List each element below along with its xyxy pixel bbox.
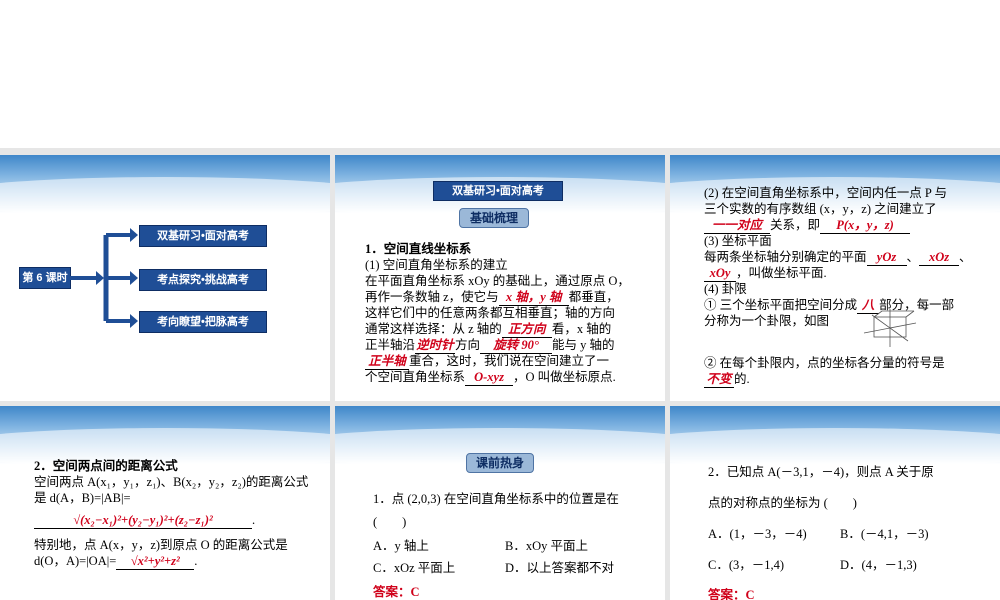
option-c[interactable]: C．xOz 平面上: [373, 560, 455, 576]
slide-2[interactable]: 双基研习•面对高考 基础梳理 1．空间直线坐标系 (1) 空间直角坐标系的建立 …: [335, 155, 665, 401]
text-line: (4) 卦限: [704, 282, 747, 296]
answer-line: 答案：C: [373, 584, 420, 600]
answer-value: C: [745, 588, 755, 600]
question-text: 点的对称点的坐标为 ( ): [708, 496, 857, 510]
option-b[interactable]: B．xOy 平面上: [505, 538, 588, 554]
answer-blank: yOz: [866, 249, 907, 266]
text: 、: [959, 250, 972, 264]
text-line: √(x₂−x₁)²+(y₂−y₁)²+(z₂−z₁)².: [34, 512, 255, 529]
text-line: 分称为一个卦限，如图: [704, 314, 830, 328]
text: 能与 y 轴的: [552, 338, 615, 352]
text-line: (1) 空间直角坐标系的建立: [365, 258, 508, 272]
slide-4[interactable]: 2．空间两点间的距离公式 空间两点 A(x₁，y₁，z₁)、B(x₂，y₂，z₂…: [0, 406, 330, 600]
nav-item-outlook[interactable]: 考向瞭望•把脉高考: [139, 311, 267, 333]
slide-banner: [670, 406, 1000, 468]
option-a[interactable]: A．y 轴上: [373, 538, 429, 554]
text: ，叫做坐标平面.: [736, 266, 827, 280]
slide-3[interactable]: (2) 在空间直角坐标系中，空间内任一点 P 与 三个实数的有序数组 (x，y，…: [670, 155, 1000, 401]
text-line: 个空间直角坐标系 O-xyz ，O 叫做坐标原点.: [365, 369, 616, 386]
answer-blank: 正方向: [501, 321, 552, 338]
text-line: (2) 在空间直角坐标系中，空间内任一点 P 与: [704, 186, 947, 200]
text-line: xOy ，叫做坐标平面.: [704, 265, 827, 282]
text: 每两条坐标轴分别确定的平面: [704, 250, 867, 264]
text: 方向: [455, 338, 481, 352]
text-line: ② 在每个卦限内，点的坐标各分量的符号是: [704, 356, 945, 370]
heading: 1．空间直线坐标系: [365, 242, 472, 256]
answer-blank: xOy: [704, 265, 736, 282]
answer-label: 答案：: [708, 588, 746, 600]
text-line: 再作一条数轴 z，使它与 x 轴，y 轴都垂直，: [365, 289, 619, 306]
text-line: 不变 的.: [704, 371, 750, 388]
text-line: 空间两点 A(x₁，y₁，z₁)、B(x₂，y₂，z₂)的距离公式: [34, 475, 309, 489]
answer-value: C: [410, 585, 420, 599]
text-line: 一一对应 关系，即 P(x，y，z): [704, 217, 911, 234]
answer-blank: xOz: [919, 249, 960, 266]
text: 都垂直，: [568, 290, 619, 304]
text-line: 这样它们中的任意两条都互相垂直；轴的方向: [365, 306, 616, 320]
option-c[interactable]: C．(3，－1,4): [708, 557, 784, 573]
text-line: 每两条坐标轴分别确定的平面 yOz、 xOz、: [704, 249, 972, 266]
section-header: 双基研习•面对高考: [433, 181, 563, 201]
slide-banner: [0, 406, 330, 468]
text: 通常这样选择：从 z 轴的: [365, 322, 502, 336]
option-a[interactable]: A．(1，－3，－4): [708, 526, 807, 542]
answer-blank: 正半轴: [365, 353, 409, 370]
option-b[interactable]: B．(－4,1，－3): [840, 526, 929, 542]
answer-blank: 不变: [704, 371, 734, 388]
text: ① 三个坐标平面把空间分成: [704, 298, 858, 312]
answer-blank: √(x₂−x₁)²+(y₂−y₁)²+(z₂−z₁)²: [34, 512, 252, 529]
text: 重合，这时，我们说在空间建立了一: [409, 354, 610, 368]
text: 个空间直角坐标系: [365, 370, 466, 384]
slide-1[interactable]: 第 6 课时 双基研习•面对高考 考点探究•挑战高考 考向瞭望•把脉高考: [0, 155, 330, 401]
text: d(O，A)=|OA|=: [34, 554, 117, 568]
text: 、: [906, 250, 920, 264]
answer-blank: 逆时针: [415, 338, 456, 354]
answer-blank: 一一对应: [704, 217, 770, 234]
text-line: 在平面直角坐标系 xOy 的基础上，通过原点 O，: [365, 274, 630, 288]
slide-6[interactable]: 2．已知点 A(－3,1，－4)，则点 A 关于原 点的对称点的坐标为 ( ) …: [670, 406, 1000, 600]
text: 看，x 轴的: [551, 322, 612, 336]
text-line: d(O，A)=|OA|= √x²+y²+z².: [34, 553, 197, 570]
option-d[interactable]: D．以上答案都不对: [505, 560, 614, 576]
slide-5[interactable]: 课前热身 1．点 (2,0,3) 在空间直角坐标系中的位置是在 ( ) A．y …: [335, 406, 665, 600]
option-d[interactable]: D．(4，－1,3): [840, 557, 917, 573]
section-badge: 课前热身: [466, 453, 534, 473]
nav-item-exploration[interactable]: 考点探究•挑战高考: [139, 269, 267, 291]
text-line: 通常这样选择：从 z 轴的 正方向 看，x 轴的: [365, 321, 611, 338]
heading: 2．空间两点间的距离公式: [34, 459, 178, 473]
text: 关系，即: [770, 218, 821, 232]
answer-line: 答案：C: [708, 587, 755, 600]
answer-blank: √x²+y²+z²: [116, 553, 195, 570]
text-line: 三个实数的有序数组 (x，y，z) 之间建立了: [704, 202, 937, 216]
text: 再作一条数轴 z，使它与: [365, 290, 499, 304]
section-badge: 基础梳理: [459, 208, 529, 228]
text-line: 正半轴沿逆时针方向 旋转 90° 能与 y 轴的: [365, 337, 615, 354]
text-line: 是 d(A，B)=|AB|=: [34, 491, 131, 505]
answer-blank: O-xyz: [465, 369, 514, 386]
answer-label: 答案：: [373, 585, 411, 599]
text-line: (3) 坐标平面: [704, 234, 772, 248]
question-text: 1．点 (2,0,3) 在空间直角坐标系中的位置是在: [373, 492, 619, 506]
octant-diagram: [863, 309, 917, 347]
answer-parens: ( ): [373, 515, 407, 529]
answer-blank: 旋转 90°: [480, 337, 553, 354]
answer-blank: P(x，y，z): [820, 217, 911, 234]
text: 正半轴沿: [365, 338, 416, 352]
text-line: 特别地，点 A(x，y，z)到原点 O 的距离公式是: [34, 538, 288, 552]
answer-blank: x 轴，y 轴: [498, 289, 569, 306]
text: .: [194, 554, 198, 568]
nav-item-basics[interactable]: 双基研习•面对高考: [139, 225, 267, 247]
text-line: 正半轴 重合，这时，我们说在空间建立了一: [365, 353, 609, 370]
text: 的.: [734, 372, 750, 386]
text: ，O 叫做坐标原点.: [513, 370, 616, 384]
question-text: 2．已知点 A(－3,1，－4)，则点 A 关于原: [708, 465, 934, 479]
